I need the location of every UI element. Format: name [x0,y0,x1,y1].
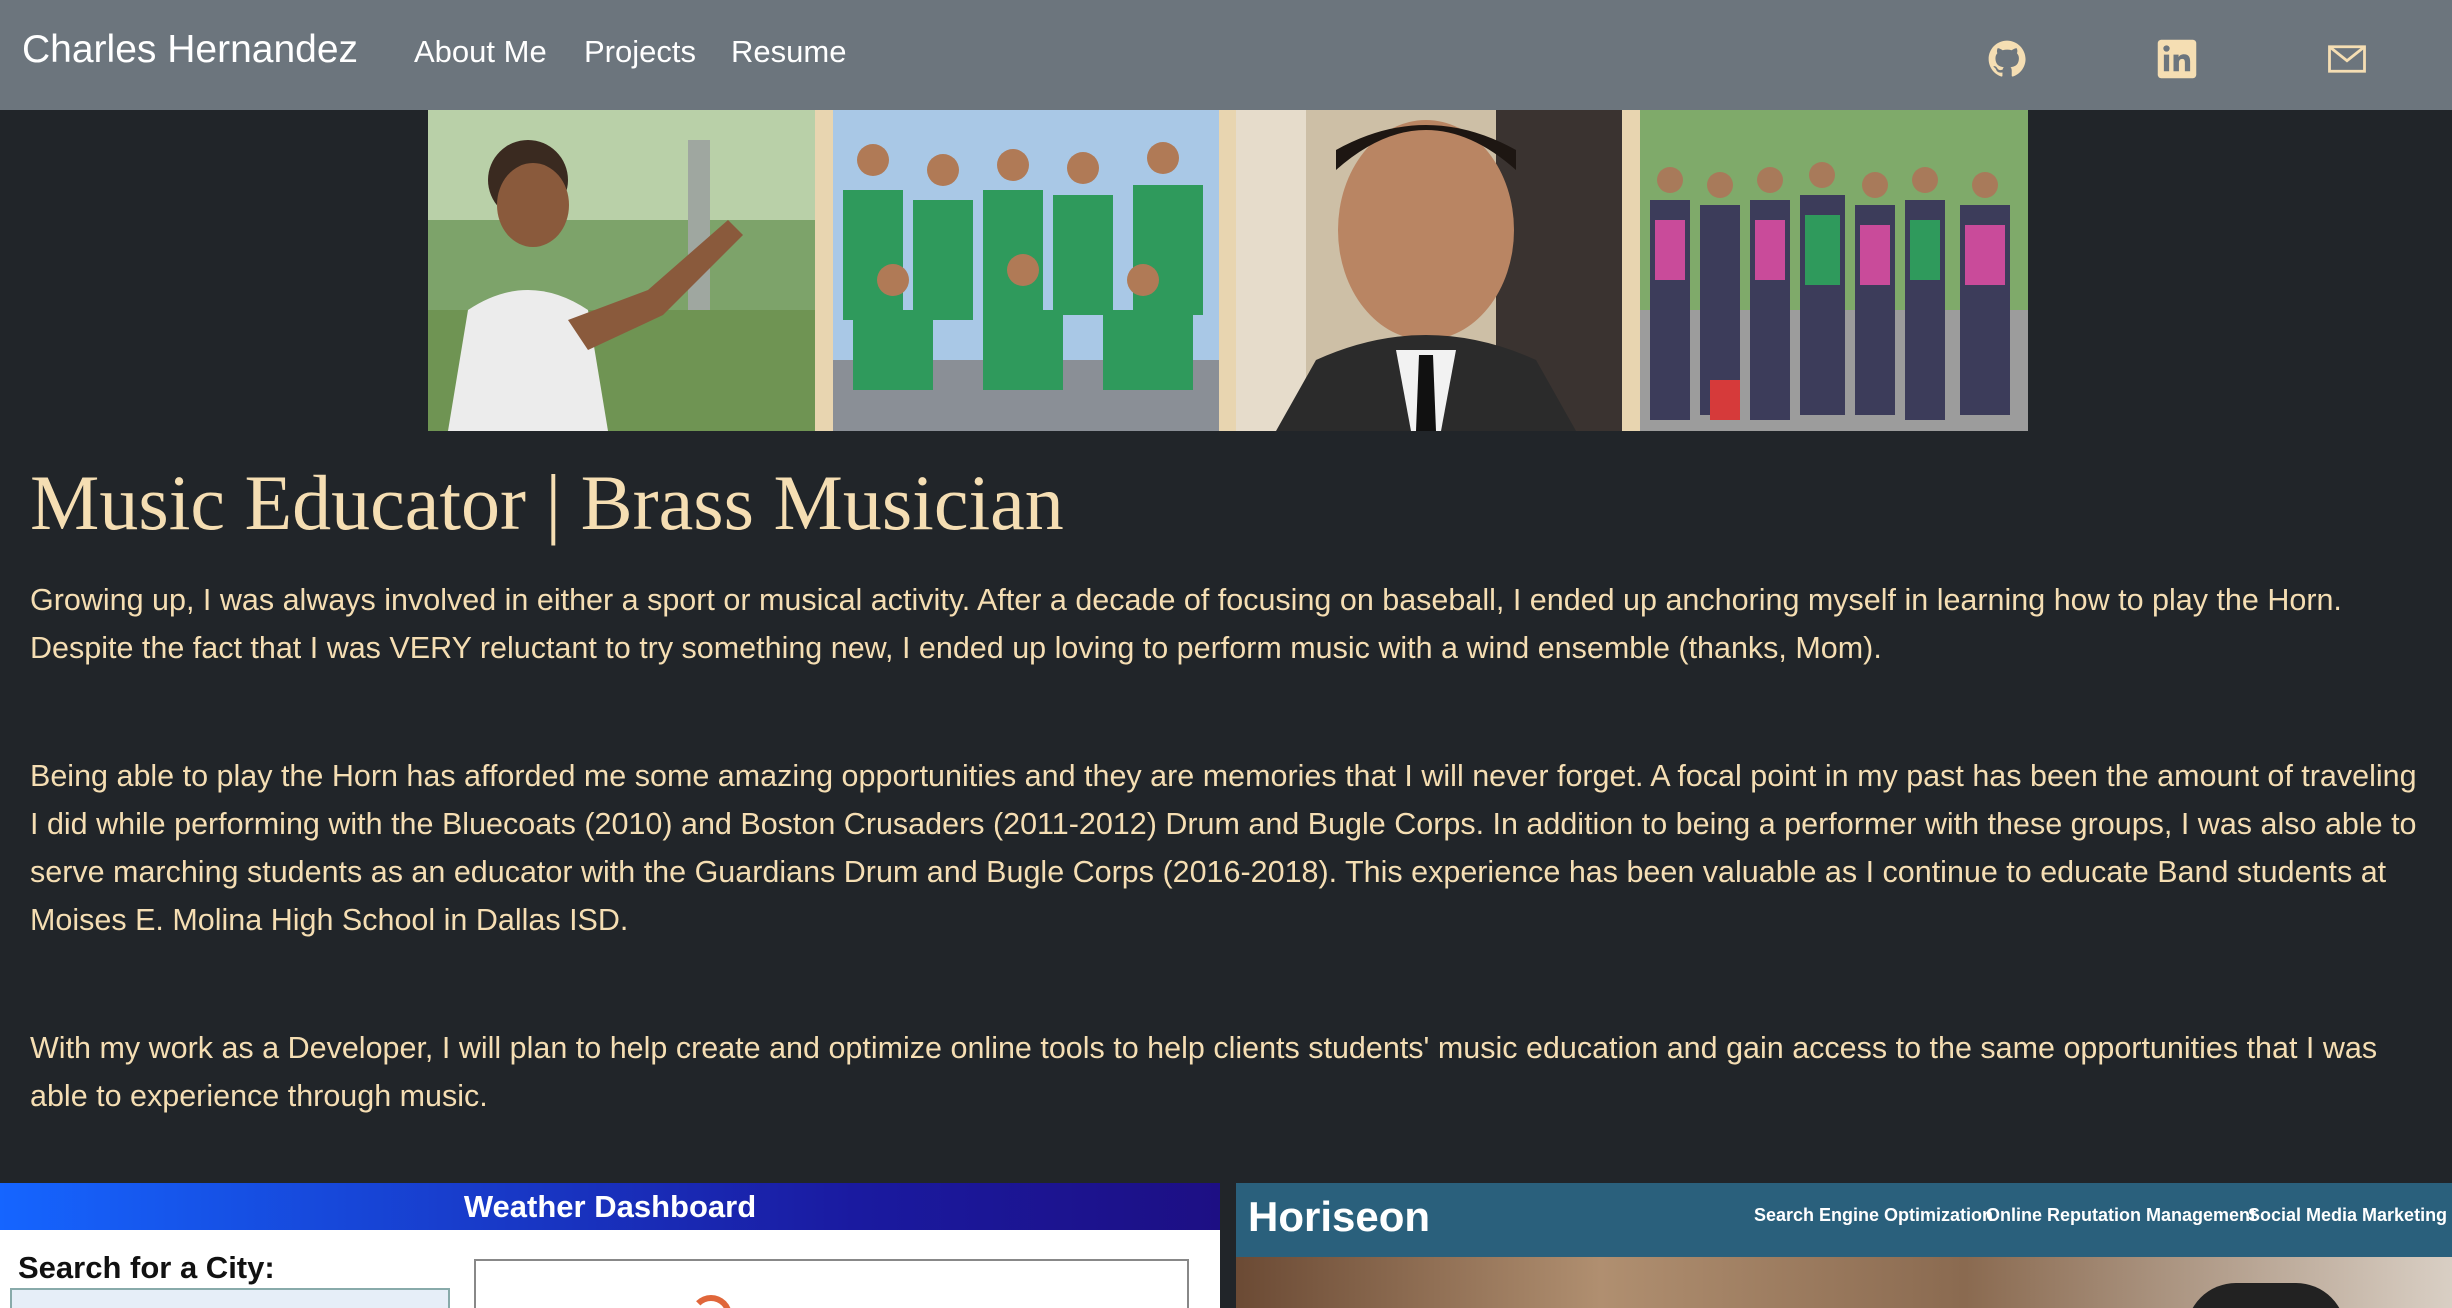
github-link[interactable] [1986,38,2028,80]
photo-group-colorful [1640,110,2028,431]
mail-icon [2328,45,2366,73]
photo-collage [428,110,2028,431]
linkedin-link[interactable] [2156,38,2198,80]
horiseon-logo: Horiseon [1248,1193,1431,1240]
horiseon-nav-item: Search Engine Optimization [1754,1205,1994,1225]
about-paragraph: Being able to play the Horn has afforded… [30,759,2417,937]
github-icon [1988,40,2026,77]
weather-forecast-panel [474,1259,1189,1308]
horiseon-nav-item: Social Media Marketing [2248,1205,2448,1225]
photo-portrait [1236,110,1622,431]
about-paragraph: Growing up, I was always involved in eit… [30,583,2342,665]
about-paragraph: With my work as a Developer, I will plan… [30,1031,2378,1113]
photo-conducting [428,110,815,431]
project-card-weather-dashboard[interactable]: Weather Dashboard Search for a City: [0,1183,1220,1308]
horiseon-nav-item: Online Reputation Management [1986,1205,2257,1225]
navbar: Charles Hernandez About Me Projects Resu… [0,0,2452,110]
project-card-horiseon[interactable]: Horiseon Search Engine Optimization Onli… [1236,1183,2452,1308]
weather-dashboard-header: Weather Dashboard [0,1183,1220,1230]
linkedin-icon [2157,39,2197,79]
nav-link-resume[interactable]: Resume [731,34,846,70]
nav-link-about-me[interactable]: About Me [414,34,547,70]
brand-link[interactable]: Charles Hernandez [22,28,358,72]
page-title: Music Educator | Brass Musician [30,459,1064,546]
weather-search-input [10,1288,450,1308]
weather-search-label: Search for a City: [18,1250,275,1285]
photo-group-green [833,110,1219,431]
email-link[interactable] [2326,38,2368,80]
nav-link-projects[interactable]: Projects [584,34,696,70]
